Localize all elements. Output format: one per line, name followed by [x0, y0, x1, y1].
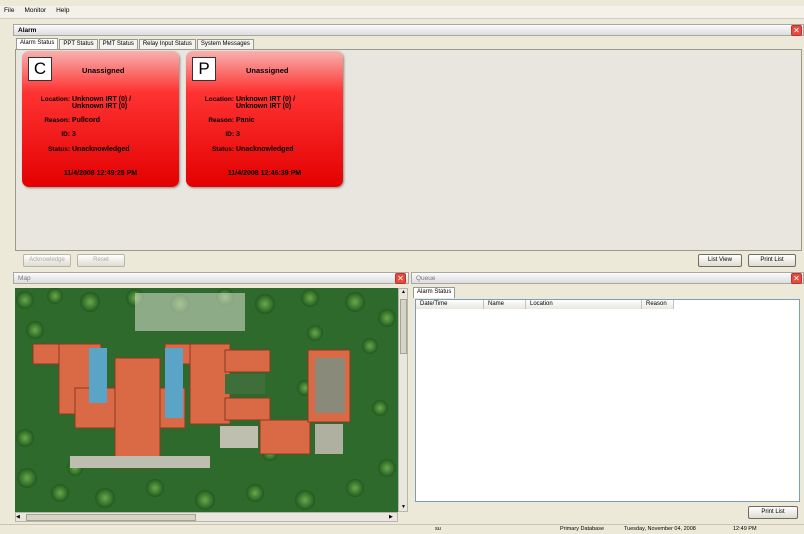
alarm-status-row: Status: Unacknowledged [186, 146, 294, 153]
reason-label: Reason: [44, 117, 70, 124]
map-panel-header: Map [13, 272, 409, 284]
id-label: ID: [225, 131, 234, 138]
alarm-card-panic[interactable]: P Unassigned Location: Unknown IRT (0) / … [186, 51, 343, 187]
alarm-id-row: ID: 3 [186, 131, 240, 138]
tab-system-messages[interactable]: System Messages [196, 39, 254, 49]
scroll-thumb[interactable] [26, 514, 196, 521]
column-location[interactable]: Location [526, 300, 642, 309]
reason-value: Panic [236, 117, 255, 124]
alarm-panel-header: Alarm [13, 24, 804, 36]
queue-print-list-button[interactable]: Print List [748, 506, 798, 519]
column-name[interactable]: Name [484, 300, 526, 309]
scroll-right-icon[interactable]: ▶ [389, 514, 396, 521]
tab-alarm-status[interactable]: Alarm Status [16, 38, 59, 49]
status-user: su [435, 526, 441, 532]
alarm-reason-row: Reason: Panic [186, 117, 255, 124]
reason-value: Pullcord [72, 117, 101, 124]
list-view-button[interactable]: List View [698, 254, 742, 267]
scroll-thumb[interactable] [400, 299, 407, 354]
alarm-assignment: Unassigned [246, 66, 289, 75]
menu-help[interactable]: Help [52, 6, 73, 15]
alarm-close-icon[interactable]: ✕ [791, 25, 802, 36]
alarm-tabs: Alarm Status PPT Status PMT Status Relay In… [16, 38, 796, 49]
alarm-type-letter: C [28, 57, 52, 81]
queue-panel-header: Queue [411, 272, 804, 284]
queue-panel-title: Queue [416, 275, 436, 282]
alarm-location-row: Location: Unknown IRT (0) / Unknown IRT (… [22, 96, 179, 110]
queue-close-icon[interactable]: ✕ [791, 273, 802, 284]
id-label: ID: [61, 131, 70, 138]
status-label: Status: [211, 146, 234, 153]
aerial-map-graphic [15, 288, 398, 512]
status-label: Status: [47, 146, 70, 153]
alarm-id-row: ID: 3 [22, 131, 76, 138]
alarm-assignment: Unassigned [82, 66, 125, 75]
id-value: 3 [236, 131, 240, 138]
scroll-up-icon[interactable]: ▲ [400, 289, 407, 296]
reason-label: Reason: [208, 117, 234, 124]
tab-queue-alarm-status[interactable]: Alarm Status [413, 287, 456, 298]
alarm-card-pullcord[interactable]: C Unassigned Location: Unknown IRT (0) / … [22, 51, 179, 187]
id-value: 3 [72, 131, 76, 138]
status-bar: su Primary Database Tuesday, November 04… [0, 524, 804, 534]
map-close-icon[interactable]: ✕ [395, 273, 406, 284]
status-value: Unacknowledged [72, 146, 130, 153]
map-horizontal-scrollbar[interactable]: ◀ ▶ [15, 512, 398, 522]
acknowledge-button[interactable]: Acknowledge [23, 254, 71, 267]
alarm-status-row: Status: Unacknowledged [22, 146, 130, 153]
map-vertical-scrollbar[interactable]: ▲ ▼ [398, 288, 408, 512]
status-database: Primary Database [560, 526, 605, 532]
alarm-panel-title: Alarm [18, 27, 37, 34]
scroll-down-icon[interactable]: ▼ [400, 504, 407, 511]
scroll-left-icon[interactable]: ◀ [16, 514, 23, 521]
column-date-time[interactable]: Date/Time [416, 300, 484, 309]
alarm-location-row: Location: Unknown IRT (0) / Unknown IRT (… [186, 96, 343, 110]
site-map-image[interactable] [15, 288, 398, 512]
alarm-type-letter: P [192, 57, 216, 81]
location-label: Location: [40, 96, 70, 103]
status-value: Unacknowledged [236, 146, 294, 153]
queue-table[interactable]: Date/Time Name Location Reason [415, 299, 800, 502]
queue-tabs: Alarm Status [413, 287, 793, 298]
status-date: Tuesday, November 04, 2008 [624, 526, 696, 532]
menu-monitor[interactable]: Monitor [20, 6, 50, 15]
menu-bar: File Monitor Help [0, 6, 804, 19]
map-panel-title: Map [18, 275, 31, 282]
alarm-timestamp: 11/4/2008 12:49:25 PM [63, 170, 138, 177]
location-value: Unknown IRT (0) / Unknown IRT (0) [72, 96, 132, 110]
print-list-button[interactable]: Print List [748, 254, 796, 267]
tab-pmt-status[interactable]: PMT Status [98, 39, 138, 49]
location-label: Location: [204, 96, 234, 103]
reset-button[interactable]: Reset [77, 254, 125, 267]
location-value: Unknown IRT (0) / Unknown IRT (0) [236, 96, 296, 110]
status-time: 12:49 PM [733, 526, 757, 532]
menu-file[interactable]: File [0, 6, 18, 15]
alarm-reason-row: Reason: Pullcord [22, 117, 100, 124]
tab-relay-input-status[interactable]: Relay Input Status [138, 39, 196, 49]
tab-ppt-status[interactable]: PPT Status [59, 39, 98, 49]
column-reason[interactable]: Reason [642, 300, 674, 309]
alarm-timestamp: 11/4/2008 12:46:39 PM [227, 170, 302, 177]
